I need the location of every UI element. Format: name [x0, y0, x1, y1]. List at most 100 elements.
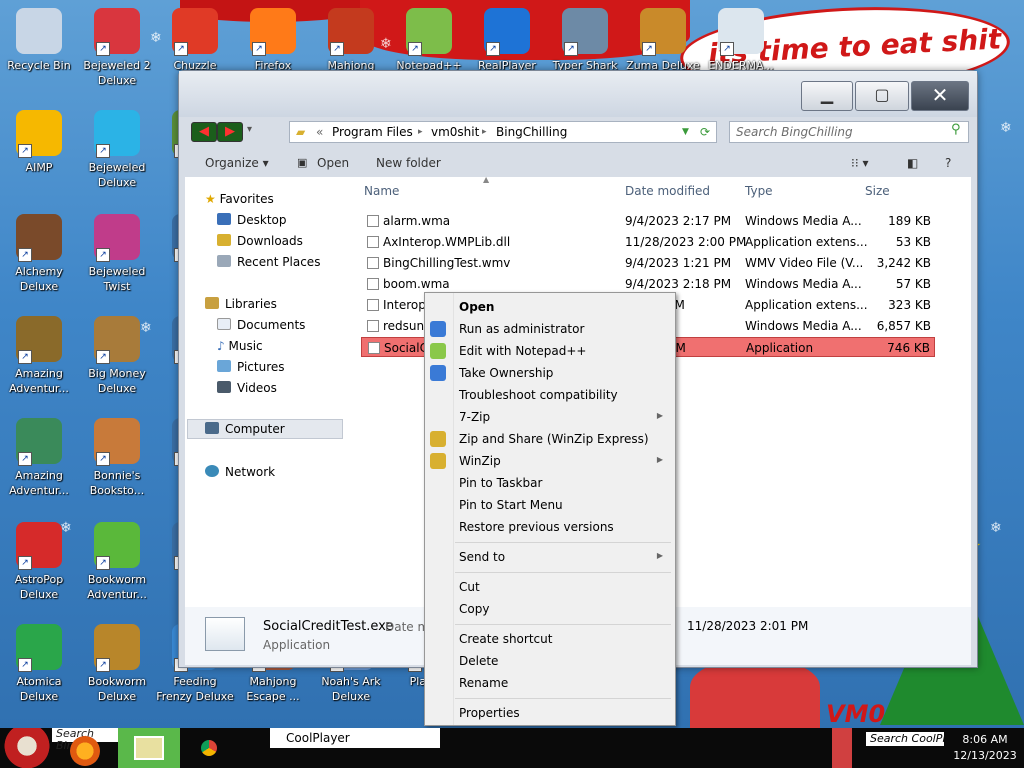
- file-row[interactable]: boom.wma 9/4/2023 2:18 PM Windows Media A.…: [361, 274, 935, 294]
- amazing-adventures-icon: ↗: [16, 316, 62, 364]
- menu-item-zip-and-share[interactable]: Zip and Share (WinZip Express): [459, 430, 649, 448]
- nav-music[interactable]: ♪ Music: [217, 338, 263, 354]
- clock[interactable]: 8:06 AM 12/13/2023: [946, 728, 1024, 768]
- nav-recent-places[interactable]: Recent Places: [217, 254, 320, 270]
- menu-item-7zip[interactable]: 7-Zip: [459, 408, 490, 426]
- help-button[interactable]: ?: [945, 151, 951, 175]
- desktop-icon-item[interactable]: ↗ Big Money Deluxe: [78, 308, 156, 400]
- organize-button[interactable]: Organize ▾: [205, 151, 269, 175]
- explorer-taskbar-button[interactable]: [118, 728, 180, 768]
- desktop-icon-item[interactable]: ↗ AstroPop Deluxe: [0, 514, 78, 606]
- menu-item-rename[interactable]: Rename: [459, 674, 508, 692]
- details-type: Application: [263, 638, 331, 652]
- maximize-button[interactable]: ▢: [855, 81, 909, 111]
- column-header-type[interactable]: Type: [745, 184, 773, 198]
- menu-item-create-shortcut[interactable]: Create shortcut: [459, 630, 552, 648]
- menu-item-troubleshoot[interactable]: Troubleshoot compatibility: [459, 386, 618, 404]
- menu-item-take-ownership[interactable]: Take Ownership: [459, 364, 553, 382]
- recent-locations-chevron-icon[interactable]: ▾: [247, 124, 252, 135]
- start-button[interactable]: [4, 728, 50, 768]
- nav-downloads[interactable]: Downloads: [217, 233, 303, 249]
- forward-button[interactable]: ▶: [217, 122, 243, 142]
- breadcrumb-vm0shit[interactable]: vm0shit: [431, 122, 479, 142]
- bookworm-icon: ↗: [94, 624, 140, 672]
- desktop-icon-item[interactable]: ↗ Bookworm Adventur...: [78, 514, 156, 606]
- desktop-icon-item[interactable]: ↗ Bejeweled Twist: [78, 206, 156, 298]
- breadcrumb-bingchilling[interactable]: BingChilling: [496, 122, 567, 142]
- nav-pictures[interactable]: Pictures: [217, 359, 285, 375]
- desktop-icon-item[interactable]: ↗ Bejeweled Deluxe: [78, 102, 156, 194]
- breadcrumb-program-files[interactable]: Program Files: [332, 122, 413, 142]
- nav-documents[interactable]: Documents: [217, 317, 305, 333]
- desktop-icon-item[interactable]: Recycle Bin: [0, 0, 78, 92]
- chrome-icon[interactable]: [194, 733, 224, 763]
- preview-pane-icon[interactable]: ◧: [907, 151, 918, 175]
- menu-item-open[interactable]: Open: [459, 298, 494, 316]
- menu-item-delete[interactable]: Delete: [459, 652, 498, 670]
- address-bar[interactable]: ▰ « Program Files ▸ vm0shit ▸ BingChilli…: [289, 121, 717, 143]
- minimize-button[interactable]: ▁: [801, 81, 853, 111]
- menu-item-run-as-admin[interactable]: Run as administrator: [459, 320, 584, 338]
- menu-item-copy[interactable]: Copy: [459, 600, 489, 618]
- firefox-icon[interactable]: [70, 736, 100, 766]
- desktop-icon-item[interactable]: ↗ Bookworm Deluxe: [78, 616, 156, 708]
- nav-desktop[interactable]: Desktop: [217, 212, 287, 228]
- menu-item-winzip[interactable]: WinZip: [459, 452, 501, 470]
- file-row[interactable]: BingChillingTest.wmv 9/4/2023 1:21 PM WMV …: [361, 253, 935, 273]
- astropop-icon: ↗: [16, 522, 62, 570]
- breadcrumb-separator-icon: «: [316, 125, 324, 139]
- nav-videos[interactable]: Videos: [217, 380, 277, 396]
- coolplayer-search-box[interactable]: Search CoolPla: [866, 732, 944, 746]
- file-date: 9/4/2023 2:18 PM: [625, 277, 732, 291]
- desktop-icon-label: Noah's Ark Deluxe: [321, 675, 381, 703]
- desktop-icon-label: Bejeweled Twist: [88, 265, 146, 293]
- column-header-date[interactable]: Date modified: [625, 184, 710, 198]
- file-row[interactable]: alarm.wma 9/4/2023 2:17 PM Windows Media A…: [361, 211, 935, 231]
- menu-item-restore-versions[interactable]: Restore previous versions: [459, 518, 614, 536]
- search-icon[interactable]: ⚲: [951, 122, 961, 137]
- file-size: 3,242 KB: [876, 256, 931, 270]
- nav-libraries[interactable]: Libraries: [205, 296, 277, 312]
- menu-item-cut[interactable]: Cut: [459, 578, 480, 596]
- context-menu[interactable]: Open Run as administrator Edit with Note…: [424, 292, 676, 726]
- desktop-icon-item[interactable]: ↗ Amazing Adventur...: [0, 308, 78, 400]
- close-button[interactable]: ✕: [911, 81, 969, 111]
- file-size: 53 KB: [895, 235, 931, 249]
- refresh-icon[interactable]: ⟳: [700, 122, 710, 142]
- desktop-icon-item[interactable]: ↗ Amazing Adventur...: [0, 410, 78, 502]
- view-options-icon[interactable]: ⁝⁝ ▾: [851, 151, 868, 175]
- breadcrumb-arrow-icon[interactable]: ▸: [482, 122, 487, 142]
- realplayer-icon: ↗: [484, 8, 530, 56]
- nav-network[interactable]: Network: [205, 464, 275, 480]
- search-input[interactable]: Search BingChilling: [729, 121, 969, 143]
- menu-item-pin-start[interactable]: Pin to Start Menu: [459, 496, 563, 514]
- desktop-icon-item[interactable]: ↗ Bejeweled 2 Deluxe: [78, 0, 156, 92]
- column-header-name[interactable]: Name: [364, 184, 399, 198]
- nav-computer[interactable]: Computer: [205, 421, 285, 437]
- coolplayer-taskbar-button[interactable]: CoolPlayer: [270, 728, 440, 748]
- menu-separator: [455, 572, 671, 573]
- nav-favorites[interactable]: ★ Favorites: [205, 191, 274, 207]
- address-dropdown-icon[interactable]: ▼: [682, 122, 689, 142]
- desktop-icon-label: Recycle Bin: [7, 59, 71, 72]
- desktop-icon-label: Bejeweled 2 Deluxe: [83, 59, 151, 87]
- network-icon: [205, 465, 219, 477]
- back-button[interactable]: ◀: [191, 122, 217, 142]
- nav-desktop-label: Desktop: [237, 213, 287, 227]
- menu-item-properties[interactable]: Properties: [459, 704, 520, 722]
- desktop-icon-item[interactable]: ↗ AIMP: [0, 102, 78, 194]
- desktop-icon-item[interactable]: ↗ Atomica Deluxe: [0, 616, 78, 708]
- new-folder-button[interactable]: New folder: [376, 151, 441, 175]
- menu-item-pin-taskbar[interactable]: Pin to Taskbar: [459, 474, 542, 492]
- column-header-size[interactable]: Size: [865, 184, 890, 198]
- menu-item-send-to[interactable]: Send to: [459, 548, 505, 566]
- file-row[interactable]: AxInterop.WMPLib.dll 11/28/2023 2:00 PM Ap…: [361, 232, 935, 252]
- file-size: 57 KB: [895, 277, 931, 291]
- desktop-icon-item[interactable]: ↗ Alchemy Deluxe: [0, 206, 78, 298]
- open-button[interactable]: Open: [317, 151, 349, 175]
- breadcrumb-arrow-icon[interactable]: ▸: [418, 122, 423, 142]
- details-date-label: Date m: [385, 620, 430, 634]
- music-icon: ♪: [217, 339, 225, 353]
- desktop-icon-item[interactable]: ↗ Bonnie's Booksto...: [78, 410, 156, 502]
- menu-item-edit-notepadpp[interactable]: Edit with Notepad++: [459, 342, 586, 360]
